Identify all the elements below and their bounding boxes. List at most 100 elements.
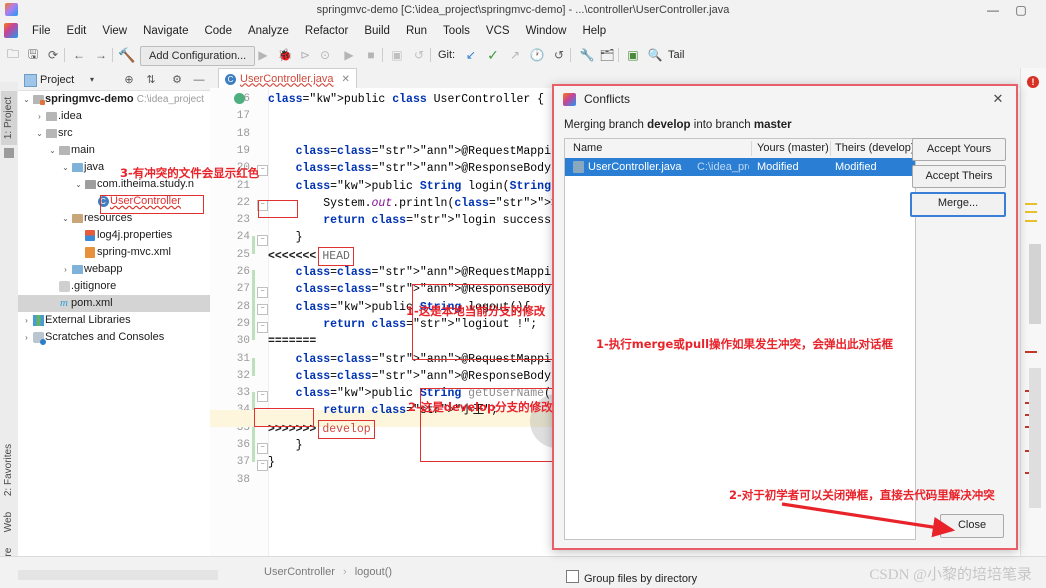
tree-expand-arrow[interactable]: › <box>35 108 44 125</box>
locate-icon[interactable]: ⊕ <box>122 70 136 90</box>
tool-tab-project[interactable]: 1: Project <box>1 91 17 145</box>
code-line[interactable]: class="kw">public class UserController { <box>268 91 544 108</box>
chevron-down-icon[interactable]: ▾ <box>90 70 94 90</box>
menu-item-window[interactable]: Window <box>518 20 575 42</box>
tree-item--gitignore[interactable]: .gitignore <box>18 278 210 295</box>
tree-expand-arrow[interactable]: ⌄ <box>22 91 31 108</box>
push-icon[interactable]: ↗ <box>506 46 524 64</box>
tree-expand-arrow[interactable]: ⌄ <box>74 176 83 193</box>
stop-icon[interactable]: ■ <box>362 46 380 64</box>
tree-item-external-libraries[interactable]: › External Libraries <box>18 312 210 329</box>
project-tree[interactable]: ⌄ springmvc-demo C:\idea_project › .idea ⌄ sr… <box>18 91 210 570</box>
forward-arrow-icon[interactable]: → <box>92 46 110 64</box>
save-icon[interactable]: 🖫 <box>24 46 42 64</box>
sync-icon[interactable]: ⟳ <box>44 46 62 64</box>
profile-icon[interactable]: ⊙ <box>316 46 334 64</box>
commit-icon[interactable]: ✓ <box>484 46 502 64</box>
menu-item-analyze[interactable]: Analyze <box>240 20 297 42</box>
tree-expand-arrow[interactable]: › <box>22 312 31 329</box>
tree-item--idea[interactable]: › .idea <box>18 108 210 125</box>
history-icon[interactable]: 🕐 <box>528 46 546 64</box>
code-line[interactable]: class=class="str">"ann">@ResponseBody <box>268 368 551 385</box>
table-row[interactable]: UserController.java C:\idea_proj Modifie… <box>565 158 915 176</box>
tool-tab-favorites[interactable]: 2: Favorites <box>1 443 17 497</box>
breadcrumb[interactable]: UserController › logout() <box>264 566 392 578</box>
rollback-icon[interactable]: ↺ <box>410 46 428 64</box>
structure-icon[interactable]: 🗂 <box>598 46 616 64</box>
column-header-yours[interactable]: Yours (master) <box>757 139 829 158</box>
menu-item-view[interactable]: View <box>94 20 135 42</box>
tree-item-pom-xml[interactable]: m pom.xml <box>18 295 210 312</box>
tree-item-webapp[interactable]: › webapp <box>18 261 210 278</box>
menu-item-tools[interactable]: Tools <box>435 20 478 42</box>
debug-icon[interactable]: 🐞 <box>276 46 294 64</box>
code-line[interactable]: ======= <box>268 333 316 350</box>
collapse-all-icon[interactable]: ⇅ <box>144 70 158 90</box>
fold-marker[interactable]: − <box>257 322 268 333</box>
coverage-icon[interactable]: ⊳ <box>296 46 314 64</box>
build-hammer-icon[interactable]: 🔨 <box>118 46 136 64</box>
fold-marker[interactable]: − <box>257 287 268 298</box>
menu-item-vcs[interactable]: VCS <box>478 20 518 42</box>
update-project-icon[interactable]: ↙ <box>462 46 480 64</box>
tree-item-springmvc-demo[interactable]: ⌄ springmvc-demo C:\idea_project <box>18 91 210 108</box>
menu-item-edit[interactable]: Edit <box>59 20 95 42</box>
run-icon[interactable]: ▶ <box>254 46 272 64</box>
group-files-checkbox[interactable]: Group files by directory <box>566 570 697 585</box>
settings-gear-icon[interactable]: ⚙ <box>170 70 184 90</box>
accept-yours-button[interactable]: Accept Yours <box>912 138 1006 161</box>
tree-expand-arrow[interactable]: › <box>22 329 31 346</box>
sdk-icon[interactable]: ▣ <box>388 46 406 64</box>
terminal-icon[interactable]: ▣ <box>624 46 642 64</box>
code-line[interactable]: class=class="str">"ann">@ResponseBody <box>268 160 551 177</box>
fold-marker[interactable]: − <box>257 304 268 315</box>
menu-item-file[interactable]: File <box>24 20 59 42</box>
tree-item-src[interactable]: ⌄ src <box>18 125 210 142</box>
tree-item-scratches-and-consoles[interactable]: › Scratches and Consoles <box>18 329 210 346</box>
editor-marker-gutter[interactable]: ! <box>1020 68 1046 556</box>
tree-expand-arrow[interactable]: ⌄ <box>35 125 44 142</box>
column-header-name[interactable]: Name <box>573 139 602 158</box>
editor-tab-usercontroller[interactable]: C UserController.java ✕ <box>218 68 357 89</box>
menu-item-code[interactable]: Code <box>196 20 240 42</box>
wrench-icon[interactable]: 🔧 <box>578 46 596 64</box>
menu-item-navigate[interactable]: Navigate <box>135 20 196 42</box>
error-count-badge[interactable]: ! <box>1027 76 1039 88</box>
merge-button[interactable]: Merge... <box>910 192 1006 217</box>
fold-marker[interactable]: − <box>257 460 268 471</box>
fold-marker[interactable]: − <box>257 443 268 454</box>
dialog-close-icon[interactable]: ✕ <box>988 90 1008 108</box>
search-everywhere-icon[interactable]: 🔍 <box>646 46 664 64</box>
code-line[interactable]: <<<<<<< HEAD <box>268 246 354 266</box>
menu-item-refactor[interactable]: Refactor <box>297 20 356 42</box>
tree-item-log4j-properties[interactable]: log4j.properties <box>18 227 210 244</box>
accept-theirs-button[interactable]: Accept Theirs <box>912 165 1006 188</box>
tree-expand-arrow[interactable]: ⌄ <box>48 142 57 159</box>
code-line[interactable]: } <box>268 454 275 471</box>
breadcrumb-class[interactable]: UserController <box>264 566 335 578</box>
menu-item-run[interactable]: Run <box>398 20 435 42</box>
code-line[interactable]: return class="str">"login success !"; <box>268 212 578 229</box>
close-icon[interactable]: ✕ <box>342 70 350 89</box>
run-alt-icon[interactable]: ▶ <box>340 46 358 64</box>
add-configuration-button[interactable]: Add Configuration... <box>140 46 256 66</box>
minimize-button[interactable]: — <box>980 0 1006 20</box>
tree-expand-arrow[interactable]: › <box>61 261 70 278</box>
tree-expand-arrow[interactable]: ⌄ <box>61 210 70 227</box>
menu-item-build[interactable]: Build <box>356 20 398 42</box>
tree-item-main[interactable]: ⌄ main <box>18 142 210 159</box>
tail-button[interactable]: Tail <box>668 46 685 64</box>
column-header-theirs[interactable]: Theirs (develop) <box>835 139 914 158</box>
menu-item-help[interactable]: Help <box>574 20 614 42</box>
fold-marker[interactable]: − <box>257 391 268 402</box>
checkbox-box-icon[interactable] <box>566 570 579 583</box>
code-line[interactable]: } <box>268 437 303 454</box>
tree-item-spring-mvc-xml[interactable]: spring-mvc.xml <box>18 244 210 261</box>
maximize-button[interactable]: ▢ <box>1008 0 1034 20</box>
hide-panel-icon[interactable]: — <box>192 70 206 90</box>
tree-expand-arrow[interactable]: ⌄ <box>61 159 70 176</box>
code-line[interactable]: } <box>268 229 303 246</box>
back-arrow-icon[interactable]: ← <box>70 46 88 64</box>
fold-marker[interactable]: − <box>257 235 268 246</box>
breadcrumb-method[interactable]: logout() <box>355 566 392 578</box>
